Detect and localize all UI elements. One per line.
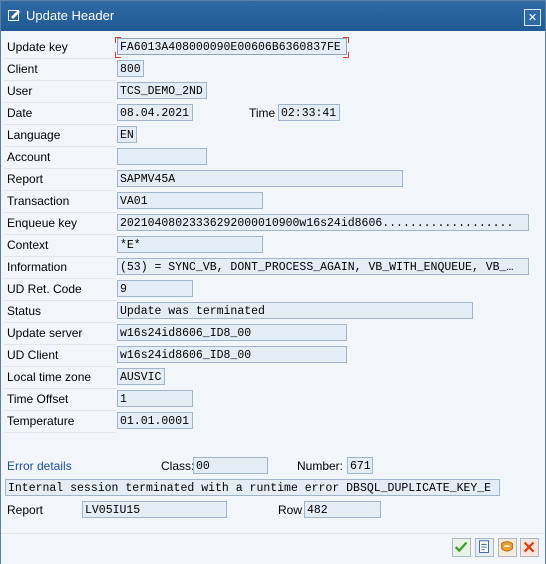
time-label: Time	[249, 106, 276, 120]
report-label: Report	[4, 169, 116, 191]
report-field[interactable]: SAPMV45A	[117, 170, 403, 187]
debugger-icon[interactable]	[498, 538, 517, 557]
row-date: Date 08.04.2021 Time 02:33:41	[4, 103, 542, 125]
row-ud-client: UD Client w16s24id8606_ID8_00	[4, 345, 542, 367]
user-label: User	[4, 81, 116, 103]
update-header-dialog: Update Header ✕ Update key FA6013A408000…	[0, 0, 546, 564]
row-client: Client 800	[4, 59, 542, 81]
context-label: Context	[4, 235, 116, 257]
ud-ret-code-label: UD Ret. Code	[4, 279, 116, 301]
update-server-field[interactable]: w16s24id8606_ID8_00	[117, 324, 347, 341]
row-update-key: Update key FA6013A408000090E00606B636083…	[4, 37, 542, 59]
account-field[interactable]	[117, 148, 207, 165]
temperature-field[interactable]: 01.01.0001	[117, 412, 193, 429]
status-field[interactable]: Update was terminated	[117, 302, 473, 319]
status-label: Status	[4, 301, 116, 323]
row-report: Report SAPMV45A	[4, 169, 542, 191]
update-key-field[interactable]: FA6013A408000090E00606B6360837FE	[117, 38, 347, 55]
local-time-zone-label: Local time zone	[4, 367, 116, 389]
class-field[interactable]: 00	[193, 457, 268, 474]
row-transaction: Transaction VA01	[4, 191, 542, 213]
information-field[interactable]: (53) = SYNC_VB, DONT_PROCESS_AGAIN, VB_W…	[117, 258, 529, 275]
client-field[interactable]: 800	[117, 60, 144, 77]
checkmark-icon[interactable]	[452, 538, 471, 557]
time-offset-label: Time Offset	[4, 389, 116, 411]
temperature-label: Temperature	[4, 411, 116, 433]
row-temperature: Temperature 01.01.0001	[4, 411, 542, 433]
row-label: Row	[278, 503, 303, 517]
window-title: Update Header	[26, 8, 115, 23]
row-field[interactable]: 482	[304, 501, 381, 518]
update-key-label: Update key	[4, 37, 116, 59]
transaction-field[interactable]: VA01	[117, 192, 263, 209]
row-local-time-zone: Local time zone AUSVIC	[4, 367, 542, 389]
error-message-field[interactable]: Internal session terminated with a runti…	[5, 479, 500, 496]
account-label: Account	[4, 147, 116, 169]
title-bar: Update Header ✕	[1, 1, 545, 31]
ud-client-field[interactable]: w16s24id8606_ID8_00	[117, 346, 347, 363]
time-offset-field[interactable]: 1	[117, 390, 193, 407]
row-update-server: Update server w16s24id8606_ID8_00	[4, 323, 542, 345]
row-enqueue-key: Enqueue key 20210408023336292000010900w1…	[4, 213, 542, 235]
update-server-label: Update server	[4, 323, 116, 345]
button-bar	[1, 533, 545, 564]
language-field[interactable]: EN	[117, 126, 137, 143]
information-label: Information	[4, 257, 116, 279]
error-details-label: Error details	[7, 459, 72, 473]
close-icon[interactable]: ✕	[524, 9, 541, 26]
row-language: Language EN	[4, 125, 542, 147]
client-label: Client	[4, 59, 116, 81]
row-user: User TCS_DEMO_2ND	[4, 81, 542, 103]
transaction-label: Transaction	[4, 191, 116, 213]
row-account: Account	[4, 147, 542, 169]
context-field[interactable]: *E*	[117, 236, 263, 253]
error-report-field[interactable]: LV05IU15	[82, 501, 227, 518]
class-label: Class:	[161, 459, 195, 473]
date-label: Date	[4, 103, 116, 125]
number-label: Number:	[297, 459, 344, 473]
content-area: Update key FA6013A408000090E00606B636083…	[1, 32, 545, 532]
row-ud-ret-code: UD Ret. Code 9	[4, 279, 542, 301]
number-field[interactable]: 671	[347, 457, 373, 474]
ud-ret-code-field[interactable]: 9	[117, 280, 193, 297]
enqueue-key-label: Enqueue key	[4, 213, 116, 235]
enqueue-key-field[interactable]: 20210408023336292000010900w16s24id8606..…	[117, 214, 529, 231]
date-field[interactable]: 08.04.2021	[117, 104, 193, 121]
edit-window-icon	[8, 10, 20, 21]
language-label: Language	[4, 125, 116, 147]
row-information: Information (53) = SYNC_VB, DONT_PROCESS…	[4, 257, 542, 279]
row-status: Status Update was terminated	[4, 301, 542, 323]
row-context: Context *E*	[4, 235, 542, 257]
row-time-offset: Time Offset 1	[4, 389, 542, 411]
document-list-icon[interactable]	[475, 538, 494, 557]
time-field[interactable]: 02:33:41	[278, 104, 340, 121]
cancel-x-icon[interactable]	[520, 538, 539, 557]
user-field[interactable]: TCS_DEMO_2ND	[117, 82, 207, 99]
local-time-zone-field[interactable]: AUSVIC	[117, 368, 165, 385]
error-report-label: Report	[7, 503, 44, 517]
ud-client-label: UD Client	[4, 345, 116, 367]
